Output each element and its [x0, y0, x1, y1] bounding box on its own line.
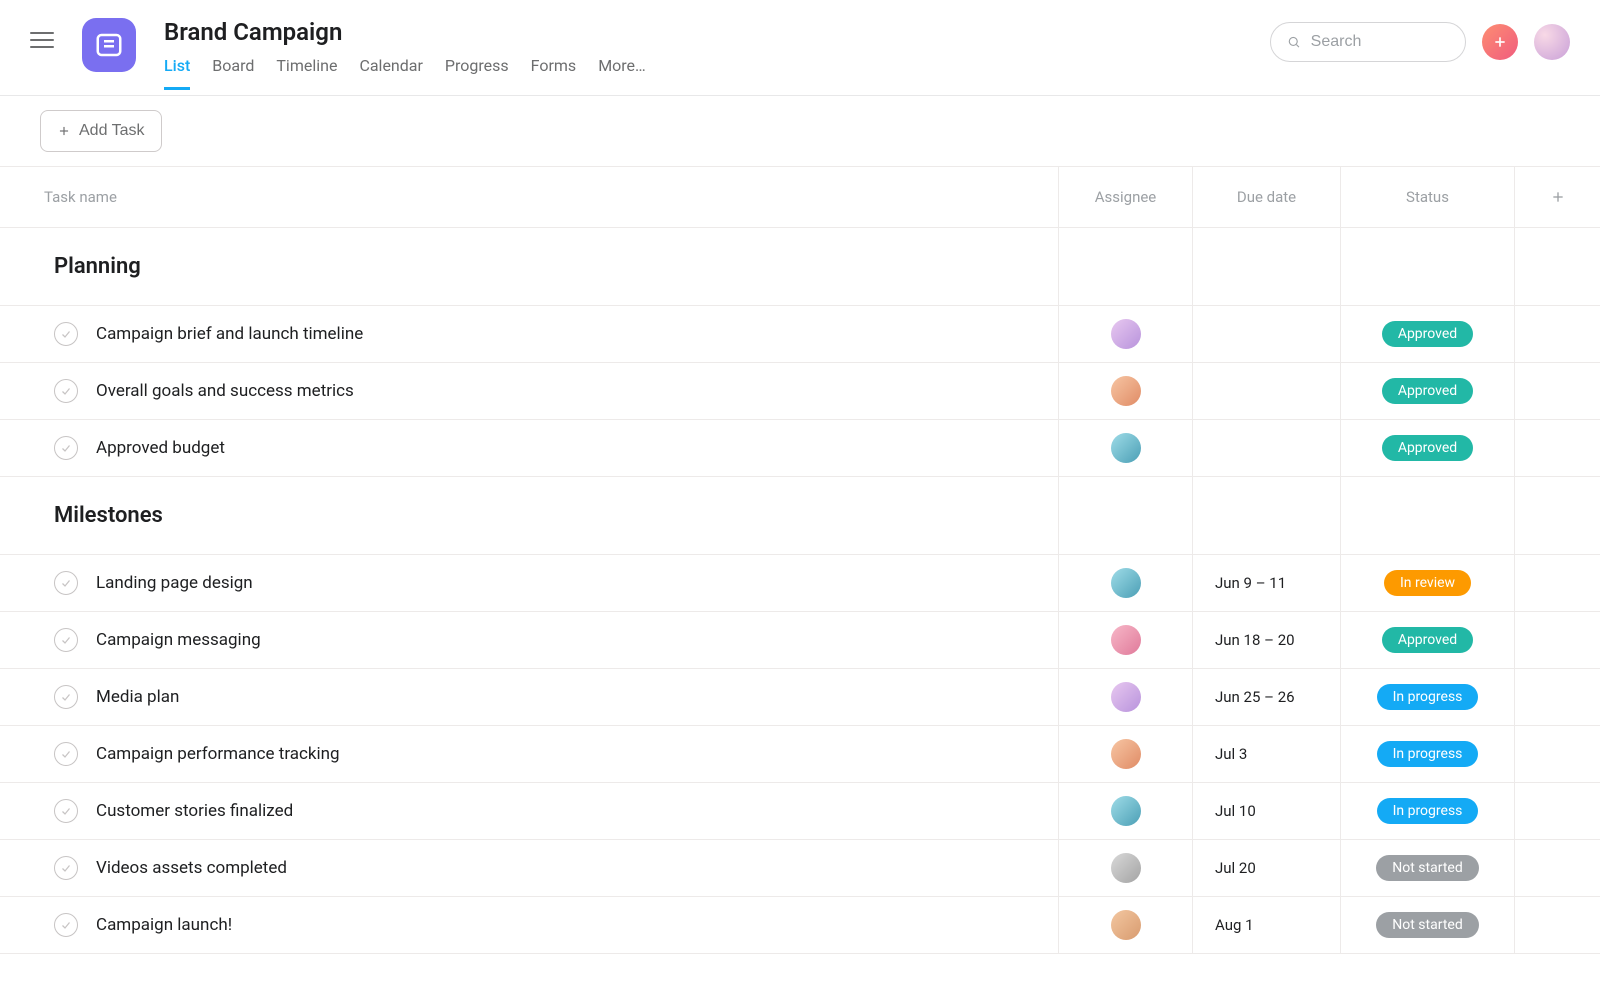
complete-checkbox[interactable]	[54, 436, 78, 460]
check-icon	[60, 328, 72, 340]
task-name: Customer stories finalized	[96, 801, 293, 821]
task-name: Campaign performance tracking	[96, 744, 340, 764]
check-icon	[60, 577, 72, 589]
due-date[interactable]: Jun 9 – 11	[1192, 555, 1340, 611]
add-task-label: Add Task	[79, 122, 145, 140]
search-icon	[1287, 34, 1301, 50]
complete-checkbox[interactable]	[54, 628, 78, 652]
complete-checkbox[interactable]	[54, 856, 78, 880]
check-icon	[60, 442, 72, 454]
assignee-avatar[interactable]	[1111, 853, 1141, 883]
task-name: Media plan	[96, 687, 179, 707]
assignee-avatar[interactable]	[1111, 739, 1141, 769]
col-assignee: Assignee	[1058, 167, 1192, 227]
task-row[interactable]: Overall goals and success metrics Approv…	[0, 363, 1600, 420]
add-column-button[interactable]	[1514, 167, 1600, 227]
check-icon	[60, 919, 72, 931]
col-due-date: Due date	[1192, 167, 1340, 227]
status-pill[interactable]: Not started	[1376, 855, 1478, 881]
status-pill[interactable]: Approved	[1382, 627, 1473, 653]
due-date[interactable]: Aug 1	[1192, 897, 1340, 953]
task-name: Campaign launch!	[96, 915, 232, 935]
complete-checkbox[interactable]	[54, 685, 78, 709]
assignee-avatar[interactable]	[1111, 682, 1141, 712]
tab-calendar[interactable]: Calendar	[359, 56, 422, 90]
plus-icon	[1550, 189, 1566, 205]
task-row[interactable]: Campaign messaging Jun 18 – 20 Approved	[0, 612, 1600, 669]
section-title[interactable]: Milestones	[0, 503, 1058, 528]
tab-forms[interactable]: Forms	[531, 56, 577, 90]
add-task-button[interactable]: Add Task	[40, 110, 162, 152]
task-name: Campaign messaging	[96, 630, 261, 650]
status-pill[interactable]: In progress	[1377, 684, 1479, 710]
column-header: Task name Assignee Due date Status	[0, 166, 1600, 228]
due-date[interactable]: Jun 18 – 20	[1192, 612, 1340, 668]
status-pill[interactable]: Not started	[1376, 912, 1478, 938]
due-date[interactable]: Jul 20	[1192, 840, 1340, 896]
status-pill[interactable]: Approved	[1382, 435, 1473, 461]
task-name: Campaign brief and launch timeline	[96, 324, 363, 344]
task-name: Videos assets completed	[96, 858, 287, 878]
complete-checkbox[interactable]	[54, 571, 78, 595]
task-row[interactable]: Landing page design Jun 9 – 11 In review	[0, 555, 1600, 612]
col-task-name: Task name	[0, 167, 1058, 227]
tab-timeline[interactable]: Timeline	[276, 56, 337, 90]
due-date[interactable]	[1192, 420, 1340, 476]
complete-checkbox[interactable]	[54, 322, 78, 346]
assignee-avatar[interactable]	[1111, 376, 1141, 406]
complete-checkbox[interactable]	[54, 742, 78, 766]
task-name: Overall goals and success metrics	[96, 381, 354, 401]
task-row[interactable]: Campaign performance tracking Jul 3 In p…	[0, 726, 1600, 783]
tab-more[interactable]: More…	[598, 56, 646, 90]
tab-progress[interactable]: Progress	[445, 56, 509, 90]
due-date[interactable]: Jul 10	[1192, 783, 1340, 839]
status-pill[interactable]: In review	[1384, 570, 1471, 596]
assignee-avatar[interactable]	[1111, 433, 1141, 463]
task-row[interactable]: Media plan Jun 25 – 26 In progress	[0, 669, 1600, 726]
profile-avatar[interactable]	[1534, 24, 1570, 60]
task-row[interactable]: Campaign brief and launch timeline Appro…	[0, 306, 1600, 363]
task-name: Approved budget	[96, 438, 225, 458]
task-row[interactable]: Approved budget Approved	[0, 420, 1600, 477]
tab-board[interactable]: Board	[212, 56, 254, 90]
menu-toggle[interactable]	[30, 28, 54, 52]
assignee-avatar[interactable]	[1111, 625, 1141, 655]
check-icon	[60, 748, 72, 760]
due-date[interactable]: Jun 25 – 26	[1192, 669, 1340, 725]
task-row[interactable]: Customer stories finalized Jul 10 In pro…	[0, 783, 1600, 840]
check-icon	[60, 385, 72, 397]
status-pill[interactable]: In progress	[1377, 798, 1479, 824]
assignee-avatar[interactable]	[1111, 568, 1141, 598]
project-icon	[82, 18, 136, 72]
check-icon	[60, 691, 72, 703]
plus-icon	[57, 124, 71, 138]
task-row[interactable]: Campaign launch! Aug 1 Not started	[0, 897, 1600, 954]
complete-checkbox[interactable]	[54, 913, 78, 937]
check-icon	[60, 634, 72, 646]
status-pill[interactable]: In progress	[1377, 741, 1479, 767]
complete-checkbox[interactable]	[54, 799, 78, 823]
check-icon	[60, 862, 72, 874]
assignee-avatar[interactable]	[1111, 796, 1141, 826]
col-status: Status	[1340, 167, 1514, 227]
complete-checkbox[interactable]	[54, 379, 78, 403]
search-box[interactable]	[1270, 22, 1466, 62]
status-pill[interactable]: Approved	[1382, 378, 1473, 404]
due-date[interactable]: Jul 3	[1192, 726, 1340, 782]
due-date[interactable]	[1192, 363, 1340, 419]
assignee-avatar[interactable]	[1111, 319, 1141, 349]
task-name: Landing page design	[96, 573, 253, 593]
assignee-avatar[interactable]	[1111, 910, 1141, 940]
status-pill[interactable]: Approved	[1382, 321, 1473, 347]
tab-list[interactable]: List	[164, 56, 190, 90]
search-input[interactable]	[1311, 33, 1449, 51]
project-title: Brand Campaign	[164, 18, 1270, 46]
due-date[interactable]	[1192, 306, 1340, 362]
section-title[interactable]: Planning	[0, 254, 1058, 279]
task-row[interactable]: Videos assets completed Jul 20 Not start…	[0, 840, 1600, 897]
global-add-button[interactable]	[1482, 24, 1518, 60]
check-icon	[60, 805, 72, 817]
